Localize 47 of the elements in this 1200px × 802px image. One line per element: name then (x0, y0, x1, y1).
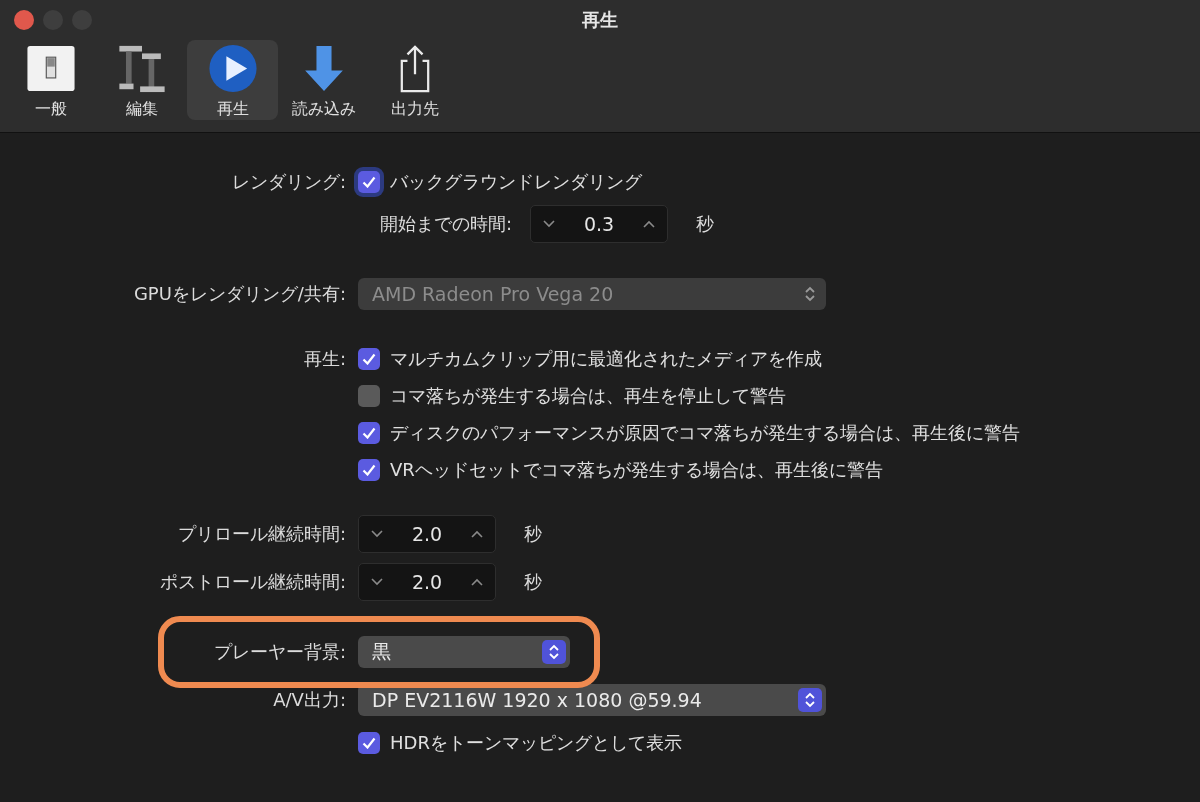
window-title: 再生 (582, 9, 618, 30)
decrement-icon[interactable] (543, 220, 556, 228)
checkmark-icon (362, 426, 376, 439)
checkbox-label[interactable]: コマ落ちが発生する場合は、再生を停止して警告 (390, 383, 786, 408)
field-label: A/V出力: (272, 688, 346, 712)
stepper-field[interactable]: 2.0 (358, 515, 496, 553)
toolbar-tab[interactable]: 再生 (187, 40, 278, 120)
increment-icon[interactable] (643, 220, 656, 228)
close-button[interactable] (14, 10, 34, 30)
increment-icon[interactable] (471, 530, 483, 538)
checkmark-icon (362, 352, 376, 365)
increment-icon[interactable] (471, 578, 483, 586)
toolbar-tab[interactable]: 読み込み (278, 40, 369, 120)
checkbox-label[interactable]: バックグラウンドレンダリング (390, 169, 642, 194)
popup-menu[interactable]: DP EV2116W 1920 x 1080 @59.94 (358, 684, 826, 716)
toolbar-tab[interactable]: 一般 (5, 40, 96, 120)
checkmark-icon (362, 736, 376, 749)
checkbox[interactable] (358, 384, 380, 407)
decrement-icon[interactable] (371, 530, 383, 538)
field-label: プリロール継続時間: (176, 522, 346, 546)
field-label: レンダリング: (230, 169, 346, 194)
unit-label: 秒 (524, 570, 542, 594)
checkmark-icon (362, 463, 376, 476)
field-label: 再生: (302, 346, 346, 371)
up-down-arrows-icon (542, 640, 566, 664)
stepper-field[interactable]: 2.0 (358, 563, 496, 601)
checkbox-label[interactable]: マルチカムクリップ用に最適化されたメディアを作成 (390, 346, 822, 371)
checkbox[interactable] (358, 421, 380, 444)
up-down-arrows-icon (798, 688, 822, 712)
field-label: GPUをレンダリング/共有: (132, 282, 346, 306)
decrement-icon[interactable] (371, 578, 383, 586)
field-label: プレーヤー背景: (212, 640, 346, 664)
checkbox[interactable] (358, 731, 380, 754)
stepper-field[interactable]: 0.3 (530, 205, 669, 243)
checkbox-label[interactable]: HDRをトーンマッピングとして表示 (390, 730, 682, 755)
checkbox[interactable] (358, 347, 380, 370)
checkbox-label[interactable]: VRヘッドセットでコマ落ちが発生する場合は、再生後に警告 (390, 457, 883, 482)
unit-label: 秒 (524, 522, 542, 546)
toolbar-tab[interactable]: 編集 (96, 40, 187, 120)
checkmark-icon (362, 175, 376, 188)
popup-menu[interactable]: 黒 (358, 636, 570, 668)
field-label: 開始までの時間: (380, 212, 513, 236)
checkbox-label[interactable]: ディスクのパフォーマンスが原因でコマ落ちが発生する場合は、再生後に警告 (390, 420, 1020, 445)
field-label: ポストロール継続時間: (158, 570, 346, 594)
unit-label: 秒 (696, 212, 715, 236)
toolbar-tab[interactable]: 出力先 (369, 40, 460, 120)
checkbox[interactable] (358, 458, 380, 481)
